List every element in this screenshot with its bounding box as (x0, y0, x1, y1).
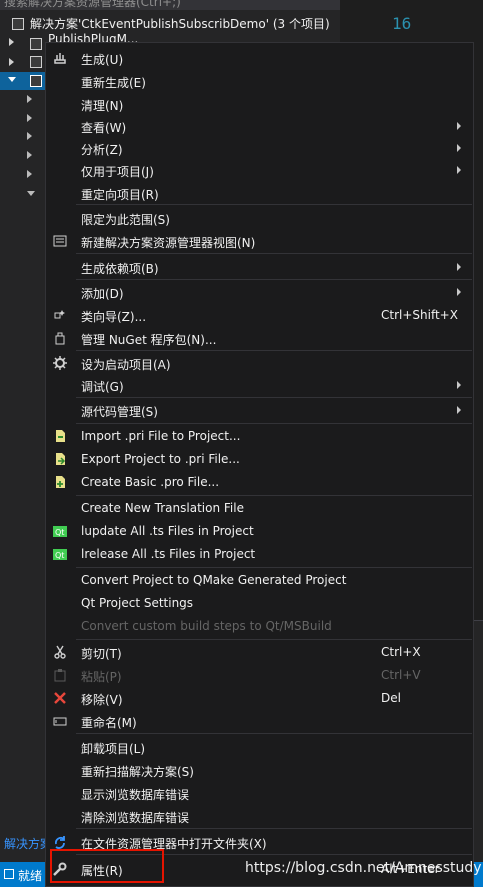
menu-item-add[interactable]: 添加(D) (46, 281, 473, 303)
menu-item-create-translation[interactable]: Create New Translation File (46, 497, 473, 519)
solution-label: 解决方案'CtkEventPublishSubscribDemo' (3 个项目… (30, 17, 330, 31)
menu-separator (76, 828, 472, 829)
class-wizard-icon (54, 310, 65, 319)
scissors-icon (54, 645, 66, 659)
clipboard-icon (54, 669, 66, 682)
menu-item-create-pro[interactable]: Create Basic .pro File... (46, 471, 473, 493)
submenu-arrow-icon (457, 166, 461, 174)
menu-item-build[interactable]: 生成(U) (46, 47, 473, 69)
build-icon (54, 53, 66, 64)
menu-item-rebuild[interactable]: 重新生成(E) (46, 70, 473, 92)
submenu-arrow-icon (457, 288, 461, 296)
menu-separator (76, 495, 472, 496)
project-icon (30, 38, 42, 50)
expand-arrow-icon[interactable] (27, 114, 32, 122)
solution-icon (12, 18, 24, 30)
submenu-arrow-icon (457, 144, 461, 152)
qt-icon: Qt (53, 549, 67, 560)
menu-item-lupdate[interactable]: Qt lupdate All .ts Files in Project (46, 520, 473, 542)
expand-arrow-icon[interactable] (27, 95, 32, 103)
export-file-icon (56, 453, 66, 465)
menu-item-class-wizard[interactable]: 类向导(Z)... Ctrl+Shift+X (46, 304, 473, 326)
svg-text:Qt: Qt (55, 528, 64, 537)
menu-separator (76, 733, 472, 734)
menu-item-remove[interactable]: 移除(V) Del (46, 687, 473, 709)
menu-item-import-pri[interactable]: Import .pri File to Project... (46, 425, 473, 447)
new-view-icon (53, 235, 67, 247)
project-context-menu: 生成(U) 重新生成(E) 清理(N) 查看(W) 分析(Z) 仅用于项目(J)… (45, 42, 474, 887)
menu-item-lrelease[interactable]: Qt lrelease All .ts Files in Project (46, 543, 473, 565)
close-icon (54, 692, 66, 704)
menu-separator (76, 279, 472, 280)
menu-item-manage-nuget[interactable]: 管理 NuGet 程序包(N)... (46, 327, 473, 349)
status-icon (4, 869, 14, 879)
import-file-icon (56, 430, 65, 442)
collapse-arrow-icon[interactable] (27, 191, 35, 196)
solution-explorer-tab[interactable]: 解决方案 (0, 834, 50, 854)
svg-text:Qt: Qt (55, 551, 64, 560)
selected-project-node[interactable] (0, 72, 46, 90)
rename-icon (53, 717, 67, 726)
menu-item-retarget[interactable]: 重定向项目(R) (46, 182, 473, 204)
menu-separator (76, 567, 472, 568)
menu-separator (76, 253, 472, 254)
menu-item-build-dependencies[interactable]: 生成依赖项(B) (46, 256, 473, 278)
menu-item-clear-db-errors[interactable]: 清除浏览数据库错误 (46, 805, 473, 827)
line-number: 16 (392, 14, 412, 33)
menu-item-show-db-errors[interactable]: 显示浏览数据库错误 (46, 782, 473, 804)
menu-separator (76, 204, 472, 205)
menu-item-scope-to-this[interactable]: 限定为此范围(S) (46, 207, 473, 229)
expand-arrow-icon[interactable] (27, 132, 32, 140)
project-icon (30, 75, 42, 87)
menu-item-paste: 粘贴(P) Ctrl+V (46, 664, 473, 686)
submenu-arrow-icon (457, 381, 461, 389)
menu-item-export-pri[interactable]: Export Project to .pri File... (46, 448, 473, 470)
submenu-arrow-icon (457, 122, 461, 130)
watermark: https://blog.csdn.net/Amnesstudy (245, 860, 482, 876)
menu-item-clean[interactable]: 清理(N) (46, 93, 473, 115)
submenu-arrow-icon (457, 406, 461, 414)
expand-arrow-icon[interactable] (27, 170, 32, 178)
menu-item-view[interactable]: 查看(W) (46, 115, 473, 137)
menu-item-convert-qmake[interactable]: Convert Project to QMake Generated Proje… (46, 569, 473, 591)
menu-item-project-only[interactable]: 仅用于项目(J) (46, 159, 473, 181)
menu-separator (76, 639, 472, 640)
menu-item-new-se-view[interactable]: 新建解决方案资源管理器视图(N) (46, 230, 473, 252)
project-icon (30, 56, 42, 68)
menu-item-qt-settings[interactable]: Qt Project Settings (46, 592, 473, 614)
submenu-arrow-icon (457, 263, 461, 271)
open-folder-arrow-icon (55, 836, 65, 849)
menu-separator (76, 423, 472, 424)
menu-item-debug[interactable]: 调试(G) (46, 374, 473, 396)
collapse-arrow-icon[interactable] (8, 77, 16, 82)
expand-arrow-icon[interactable] (9, 58, 14, 66)
menu-item-rename[interactable]: 重命名(M) (46, 710, 473, 732)
qt-icon: Qt (53, 526, 67, 537)
menu-item-convert-custom: Convert custom build steps to Qt/MSBuild (81, 619, 332, 633)
highlight-annotation-box (50, 849, 164, 883)
menu-separator (76, 350, 472, 351)
menu-item-rescan[interactable]: 重新扫描解决方案(S) (46, 759, 473, 781)
menu-item-unload[interactable]: 卸载项目(L) (46, 736, 473, 758)
expand-arrow-icon[interactable] (9, 38, 14, 46)
menu-separator (76, 397, 472, 398)
menu-item-analyze[interactable]: 分析(Z) (46, 137, 473, 159)
create-file-icon (56, 476, 65, 488)
solution-explorer-search[interactable]: 搜索解决方案资源管理器(Ctrl+;) (0, 0, 340, 10)
nuget-package-icon (55, 332, 65, 345)
status-text: 就绪 (18, 869, 43, 883)
menu-item-source-control[interactable]: 源代码管理(S) (46, 399, 473, 421)
expand-arrow-icon[interactable] (27, 151, 32, 159)
gear-icon (53, 356, 67, 370)
search-placeholder: 搜索解决方案资源管理器(Ctrl+;) (4, 0, 181, 9)
menu-item-cut[interactable]: 剪切(T) Ctrl+X (46, 641, 473, 663)
menu-item-set-startup[interactable]: 设为启动项目(A) (46, 352, 473, 374)
